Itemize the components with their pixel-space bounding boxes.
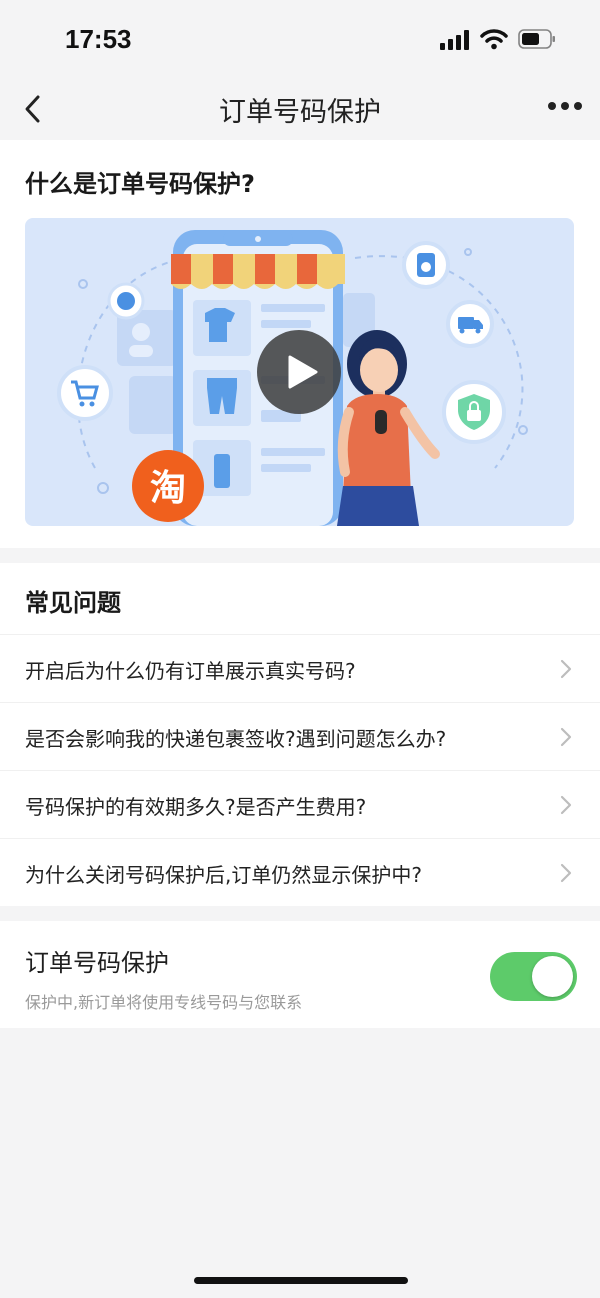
chevron-right-icon (560, 659, 572, 679)
more-icon[interactable] (548, 102, 582, 112)
faq-question: 号码保护的有效期多久?是否产生费用? (25, 795, 367, 819)
intro-title: 什么是订单号码保护? (25, 170, 255, 198)
faq-item[interactable]: 为什么关闭号码保护后,订单仍然显示保护中? (0, 838, 600, 907)
faq-item[interactable]: 是否会影响我的快递包裹签收?遇到问题怎么办? (0, 702, 600, 771)
status-bar: 17:53 (0, 0, 600, 80)
chevron-right-icon (560, 727, 572, 747)
play-icon (288, 355, 318, 389)
taobao-badge: 淘 (150, 468, 186, 509)
faq-section: 常见问题 开启后为什么仍有订单展示真实号码? 是否会影响我的快递包裹签收?遇到问… (0, 563, 600, 906)
wifi-icon (480, 29, 508, 50)
faq-item[interactable]: 开启后为什么仍有订单展示真实号码? (0, 634, 600, 703)
battery-icon (518, 29, 555, 49)
chevron-right-icon (560, 795, 572, 815)
play-button[interactable] (257, 330, 341, 414)
protection-status-text: 保护中,新订单将使用专线号码与您联系 (25, 993, 303, 1012)
protection-title: 订单号码保护 (25, 949, 169, 977)
faq-question: 是否会影响我的快递包裹签收?遇到问题怎么办? (25, 727, 447, 751)
protection-setting: 订单号码保护 保护中,新订单将使用专线号码与您联系 (0, 921, 600, 1028)
toggle-knob (532, 956, 573, 997)
protection-toggle[interactable] (490, 952, 577, 1001)
signal-icon (440, 30, 470, 50)
intro-section: 什么是订单号码保护? 淘 (0, 140, 600, 548)
page-title: 订单号码保护 (219, 97, 381, 128)
faq-item[interactable]: 号码保护的有效期多久?是否产生费用? (0, 770, 600, 839)
nav-bar: 订单号码保护 (0, 80, 600, 140)
status-time: 17:53 (65, 24, 132, 54)
faq-question: 为什么关闭号码保护后,订单仍然显示保护中? (25, 863, 422, 887)
home-indicator (194, 1277, 408, 1284)
chevron-right-icon (560, 863, 572, 883)
intro-video[interactable]: 淘 (25, 218, 574, 526)
faq-question: 开启后为什么仍有订单展示真实号码? (25, 659, 356, 683)
faq-heading: 常见问题 (25, 589, 121, 617)
